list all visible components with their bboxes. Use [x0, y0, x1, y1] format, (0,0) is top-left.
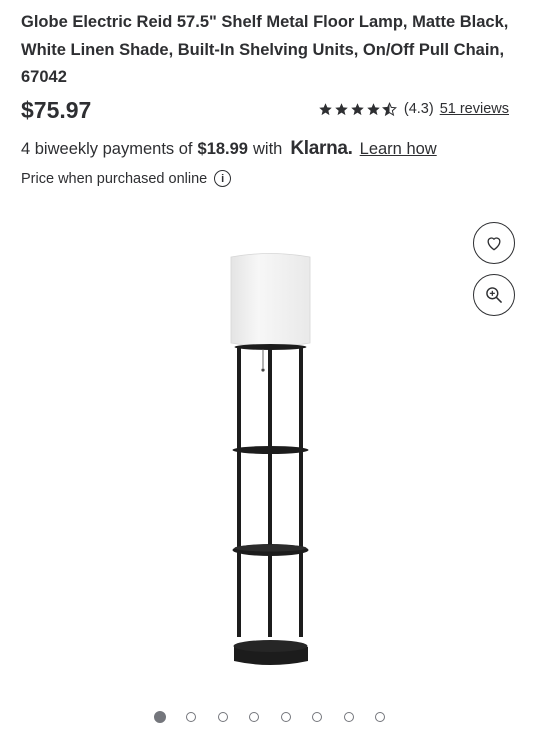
product-price: $75.97 — [21, 97, 92, 123]
learn-how-link[interactable]: Learn how — [360, 140, 437, 159]
price-note: Price when purchased online i — [21, 170, 232, 187]
zoom-in-icon — [486, 287, 502, 303]
gallery-dot[interactable] — [343, 712, 354, 722]
product-title: Globe Electric Reid 57.5" Shelf Metal Fl… — [21, 13, 509, 86]
gallery-dot[interactable] — [249, 712, 259, 722]
payment-with: with — [252, 140, 283, 158]
gallery-dot[interactable] — [154, 711, 166, 723]
price-note-text: Price when purchased online — [21, 170, 208, 187]
gallery-dot[interactable] — [312, 712, 322, 722]
star-rating — [318, 101, 398, 117]
product-image[interactable] — [222, 250, 322, 675]
klarna-logo: Klarna. — [290, 138, 353, 159]
favorite-button[interactable] — [473, 222, 515, 264]
klarna-payment-info: 4 biweekly payments of $18.99 with Klarn… — [21, 138, 437, 160]
star-full-icon — [351, 102, 364, 115]
gallery-dot[interactable] — [217, 712, 228, 722]
star-full-icon — [319, 102, 332, 115]
reviews-link[interactable]: 51 reviews — [440, 101, 509, 117]
gallery-dot[interactable] — [280, 712, 291, 722]
gallery-pagination — [154, 711, 407, 723]
info-icon[interactable]: i — [214, 170, 232, 187]
gallery-dot[interactable] — [186, 712, 196, 722]
heart-icon — [487, 237, 501, 251]
rating-value: (4.3) — [403, 101, 434, 117]
payment-amount: $18.99 — [197, 140, 248, 158]
rating-summary[interactable]: (4.3) 51 reviews — [318, 101, 509, 117]
gallery-dot[interactable] — [375, 712, 385, 722]
star-partial-icon — [381, 101, 397, 116]
star-full-icon — [367, 102, 380, 115]
star-full-icon — [335, 102, 348, 115]
payment-prefix: 4 biweekly payments of — [21, 140, 193, 158]
zoom-button[interactable] — [473, 274, 515, 316]
